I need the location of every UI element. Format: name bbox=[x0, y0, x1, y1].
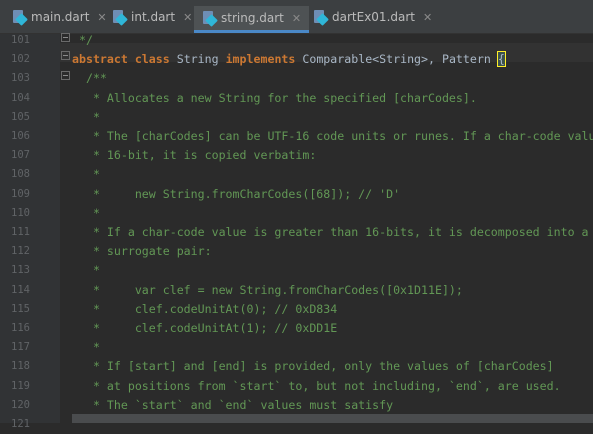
line-number-gutter: 101 102 103 104 105 106 107 108 109 110 111 112 113 1… bbox=[0, 34, 60, 430]
line-number: 115 bbox=[11, 303, 30, 315]
line-number: 101 bbox=[11, 34, 30, 46]
code-line[interactable]: * bbox=[72, 165, 100, 184]
code-line[interactable]: * bbox=[72, 204, 100, 223]
code-line[interactable]: * If a char-code value is greater than 1… bbox=[72, 223, 589, 242]
code-token: String bbox=[169, 52, 226, 66]
line-number: 105 bbox=[11, 111, 30, 123]
code-line[interactable]: * clef.codeUnitAt(1); // 0xDD1E bbox=[72, 319, 337, 338]
tab-label: string.dart bbox=[221, 11, 284, 25]
tab-label: dartEx01.dart bbox=[332, 10, 415, 24]
code-line[interactable]: * The [charCodes] can be UTF-16 code uni… bbox=[72, 127, 593, 146]
code-token: Comparable<String>, Pattern bbox=[295, 52, 498, 66]
code-editor[interactable]: */abstract class String implements Compa… bbox=[72, 34, 593, 423]
close-icon[interactable]: ✕ bbox=[292, 12, 301, 25]
code-line[interactable]: * If [start] and [end] is provided, only… bbox=[72, 357, 554, 376]
fold-start-icon[interactable] bbox=[61, 71, 70, 80]
code-line[interactable]: * var clef = new String.fromCharCodes([0… bbox=[72, 281, 463, 300]
code-line[interactable]: * Allocates a new String for the specifi… bbox=[72, 89, 477, 108]
line-number: 114 bbox=[11, 284, 30, 296]
code-token: class bbox=[134, 52, 170, 66]
dart-file-icon bbox=[202, 11, 218, 27]
code-line[interactable]: * 16-bit, it is copied verbatim: bbox=[72, 146, 316, 165]
tab-int-dart[interactable]: int.dart ✕ bbox=[104, 6, 198, 28]
line-number: 113 bbox=[11, 264, 30, 276]
tab-string-dart[interactable]: string.dart ✕ bbox=[194, 6, 310, 33]
dart-file-icon bbox=[112, 10, 128, 26]
code-token: { bbox=[496, 51, 506, 67]
code-token: implements bbox=[225, 52, 296, 66]
code-line[interactable]: * clef.codeUnitAt(0); // 0xD834 bbox=[72, 300, 337, 319]
line-number: 118 bbox=[11, 360, 30, 372]
line-number: 111 bbox=[11, 226, 30, 238]
line-number: 108 bbox=[11, 168, 30, 180]
code-line[interactable]: * at positions from `start` to, but not … bbox=[72, 377, 561, 396]
fold-start-icon[interactable] bbox=[61, 51, 70, 60]
dart-file-icon bbox=[313, 10, 329, 26]
code-line[interactable]: * bbox=[72, 338, 100, 357]
line-number: 121 bbox=[11, 418, 30, 430]
line-number: 119 bbox=[11, 380, 30, 392]
tab-main-dart[interactable]: main.dart ✕ bbox=[4, 6, 113, 28]
close-icon[interactable]: ✕ bbox=[183, 11, 192, 24]
code-line[interactable]: * bbox=[72, 261, 100, 280]
line-number: 120 bbox=[11, 399, 30, 411]
fold-end-icon[interactable] bbox=[61, 33, 70, 42]
code-token: abstract bbox=[72, 52, 128, 66]
close-icon[interactable]: ✕ bbox=[423, 11, 432, 24]
line-number: 112 bbox=[11, 245, 30, 257]
tab-dartex01-dart[interactable]: dartEx01.dart ✕ bbox=[305, 6, 438, 28]
horizontal-scrollbar[interactable] bbox=[72, 414, 593, 423]
line-number: 106 bbox=[11, 130, 30, 142]
line-number: 107 bbox=[11, 149, 30, 161]
line-number: 102 bbox=[11, 53, 30, 65]
line-number: 104 bbox=[11, 92, 30, 104]
code-line[interactable]: */ bbox=[72, 34, 93, 50]
editor-tab-bar: main.dart ✕ int.dart ✕ string.dart ✕ dartEx01.… bbox=[0, 0, 593, 34]
dart-file-icon bbox=[12, 10, 28, 26]
code-line[interactable]: * surrogate pair: bbox=[72, 242, 212, 261]
code-line[interactable]: * The `start` and `end` values must sati… bbox=[72, 396, 393, 415]
line-number: 103 bbox=[11, 72, 30, 84]
tab-label: int.dart bbox=[131, 10, 176, 24]
code-line[interactable]: * new String.fromCharCodes([68]); // 'D' bbox=[72, 185, 400, 204]
code-line[interactable]: abstract class String implements Compara… bbox=[72, 50, 506, 69]
line-number: 117 bbox=[11, 341, 30, 353]
tab-label: main.dart bbox=[31, 10, 90, 24]
line-number: 116 bbox=[11, 322, 30, 334]
code-line[interactable]: * bbox=[72, 108, 100, 127]
line-number: 110 bbox=[11, 207, 30, 219]
line-number: 109 bbox=[11, 188, 30, 200]
code-line[interactable]: /** bbox=[72, 69, 107, 88]
